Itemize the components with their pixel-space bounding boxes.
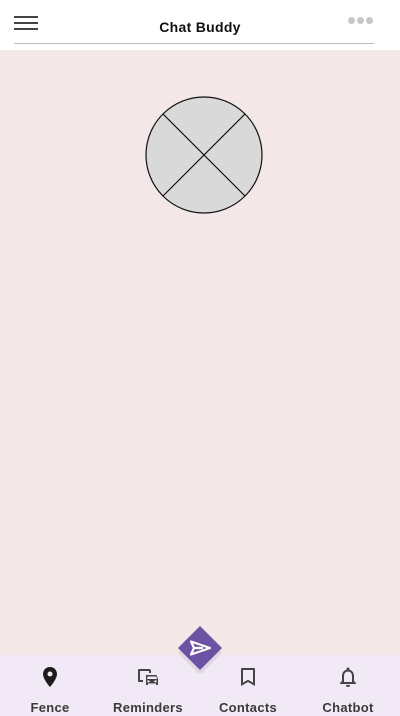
- nav-label-chatbot: Chatbot: [322, 700, 374, 715]
- nav-label-contacts: Contacts: [218, 700, 278, 715]
- more-options-button[interactable]: [348, 17, 374, 27]
- bookmark-icon: [241, 668, 255, 686]
- nav-label-fence: Fence: [30, 700, 70, 715]
- broken-image-placeholder-icon: [145, 96, 263, 214]
- nav-label-reminders: Reminders: [113, 700, 183, 715]
- nav-item-chatbot[interactable]: Chatbot: [298, 655, 398, 716]
- bell-icon: [340, 667, 356, 687]
- vehicles-icon: [138, 669, 158, 685]
- app-header: Chat Buddy: [0, 0, 400, 50]
- nav-item-fence[interactable]: Fence: [0, 655, 100, 716]
- more-dots-icon: [348, 17, 355, 24]
- send-fab-button[interactable]: [176, 625, 224, 673]
- page-title: Chat Buddy: [159, 19, 241, 35]
- hamburger-menu-icon: [14, 16, 38, 18]
- location-pin-icon: [43, 667, 57, 687]
- header-divider: [14, 43, 374, 44]
